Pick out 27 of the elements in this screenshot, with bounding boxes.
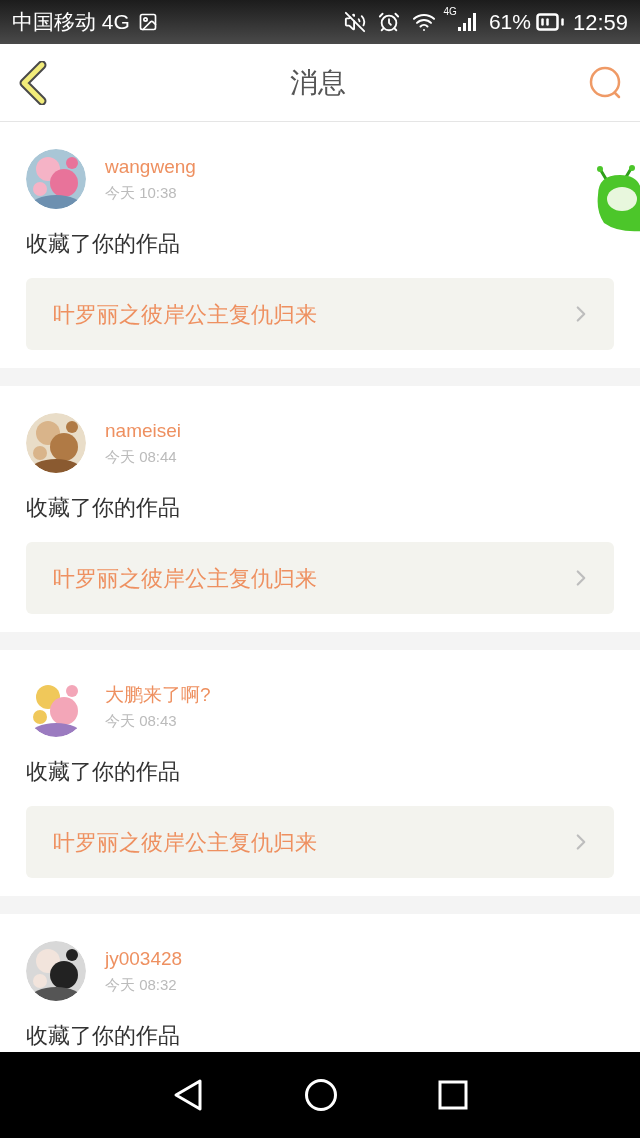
message-text: 收藏了你的作品 — [26, 1023, 181, 1049]
page-title: 消息 — [290, 65, 346, 100]
user-name[interactable]: 大鹏来了啊? — [105, 683, 211, 707]
user-name[interactable]: nameisei — [105, 419, 182, 443]
user-name[interactable]: wangweng — [105, 155, 196, 179]
work-link[interactable]: 叶罗丽之彼岸公主复仇归来 — [26, 278, 614, 350]
recents-square-icon[interactable] — [438, 1080, 468, 1110]
message-time: 今天 08:43 — [105, 711, 178, 731]
mute-icon — [343, 11, 366, 33]
image-icon — [137, 12, 158, 32]
message-time: 今天 08:44 — [105, 447, 178, 467]
alarm-icon — [377, 11, 400, 33]
carrier-label: 中国移动 4G — [12, 9, 130, 36]
message-time: 今天 08:32 — [105, 975, 178, 995]
work-link[interactable]: 叶罗丽之彼岸公主复仇归来 — [26, 806, 614, 878]
message-text: 收藏了你的作品 — [26, 759, 181, 785]
network-label: 4G — [443, 5, 457, 19]
battery-percent: 61% — [488, 9, 531, 36]
message-text: 收藏了你的作品 — [26, 231, 181, 257]
user-name[interactable]: jy003428 — [105, 947, 183, 971]
signal-icon — [456, 12, 477, 32]
home-circle-icon[interactable] — [304, 1078, 338, 1112]
message-text: 收藏了你的作品 — [26, 495, 181, 521]
clock: 12:59 — [572, 8, 628, 37]
work-link[interactable]: 叶罗丽之彼岸公主复仇归来 — [26, 542, 614, 614]
message-time: 今天 10:38 — [105, 183, 178, 203]
back-triangle-icon[interactable] — [172, 1078, 204, 1112]
